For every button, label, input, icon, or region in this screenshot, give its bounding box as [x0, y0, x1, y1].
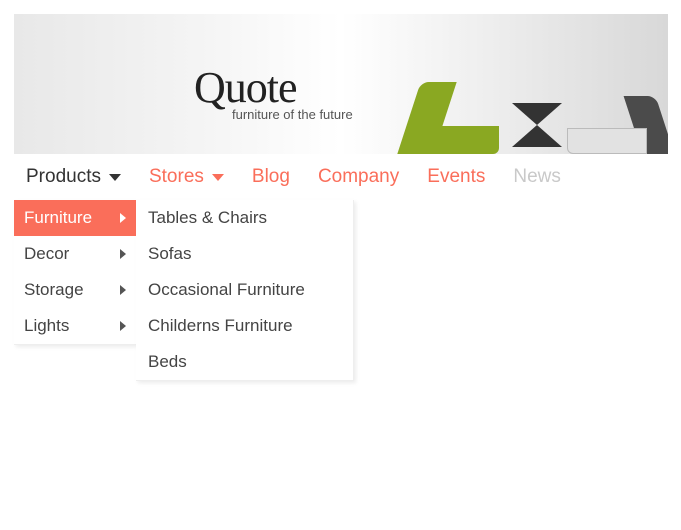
- submenu-item-storage[interactable]: Storage: [14, 272, 136, 308]
- submenu-item-furniture[interactable]: Furniture: [14, 200, 136, 236]
- submenu-item-label: Storage: [24, 280, 84, 300]
- caret-down-icon: [109, 174, 121, 181]
- chevron-right-icon: [120, 249, 126, 259]
- submenu2-item-label: Beds: [148, 352, 187, 371]
- brand-tagline: furniture of the future: [232, 107, 353, 122]
- chevron-right-icon: [120, 285, 126, 295]
- hero-table-icon: [512, 103, 562, 152]
- submenu2-item-occasional[interactable]: Occasional Furniture: [136, 272, 353, 308]
- submenu2-item-label: Tables & Chairs: [148, 208, 267, 227]
- submenu2-item-label: Childerns Furniture: [148, 316, 293, 335]
- nav-blog-label: Blog: [252, 166, 290, 188]
- main-nav: Products Stores Blog Company Events News: [14, 154, 667, 200]
- submenu-item-label: Furniture: [24, 208, 92, 228]
- submenu2-item-sofas[interactable]: Sofas: [136, 236, 353, 272]
- nav-products-label: Products: [26, 166, 101, 188]
- submenu-item-lights[interactable]: Lights: [14, 308, 136, 344]
- products-submenu: Furniture Decor Storage Lights: [14, 200, 136, 345]
- nav-company-label: Company: [318, 166, 399, 188]
- submenu2-item-tables-chairs[interactable]: Tables & Chairs: [136, 200, 353, 236]
- nav-products[interactable]: Products: [26, 166, 121, 188]
- nav-stores-label: Stores: [149, 166, 204, 188]
- nav-blog[interactable]: Blog: [252, 166, 290, 188]
- hero-banner: Quote furniture of the future: [14, 14, 668, 154]
- hero-chair-green-icon: [409, 82, 499, 154]
- nav-events-label: Events: [427, 166, 485, 188]
- submenu2-item-label: Occasional Furniture: [148, 280, 305, 299]
- submenu-item-label: Decor: [24, 244, 69, 264]
- hero-chair-grey-icon: [569, 96, 665, 154]
- brand-block: Quote furniture of the future: [194, 62, 353, 122]
- submenu-item-decor[interactable]: Decor: [14, 236, 136, 272]
- brand-name: Quote: [194, 62, 353, 113]
- chevron-right-icon: [120, 213, 126, 223]
- submenu2-item-label: Sofas: [148, 244, 191, 263]
- submenu-item-label: Lights: [24, 316, 69, 336]
- caret-down-icon: [212, 174, 224, 181]
- nav-news[interactable]: News: [513, 166, 561, 188]
- submenu2-item-beds[interactable]: Beds: [136, 344, 353, 380]
- nav-events[interactable]: Events: [427, 166, 485, 188]
- nav-company[interactable]: Company: [318, 166, 399, 188]
- nav-news-label: News: [513, 166, 561, 188]
- submenu2-item-childerns[interactable]: Childerns Furniture: [136, 308, 353, 344]
- nav-stores[interactable]: Stores: [149, 166, 224, 188]
- chevron-right-icon: [120, 321, 126, 331]
- furniture-submenu: Tables & Chairs Sofas Occasional Furnitu…: [136, 200, 354, 381]
